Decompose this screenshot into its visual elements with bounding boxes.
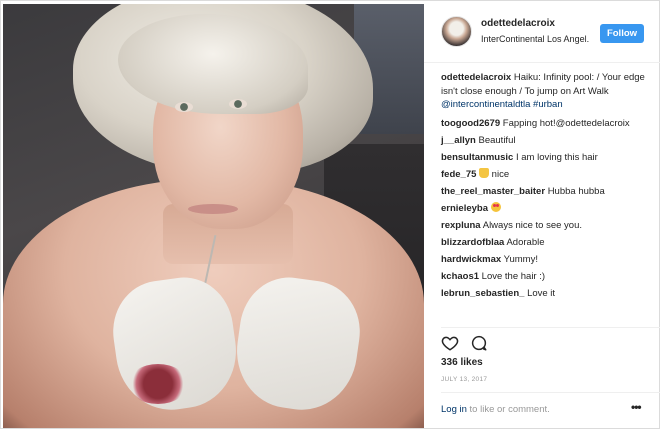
actions-divider	[441, 327, 660, 328]
comment-item: j__allyn Beautiful	[441, 134, 651, 147]
comment-username[interactable]: hardwickmax	[441, 254, 501, 265]
comment-username[interactable]: toogood2679	[441, 118, 500, 129]
login-link[interactable]: Log in	[441, 404, 467, 415]
post-header: odettedelacroix InterContinental Los Ang…	[424, 1, 660, 63]
comment-item: rexpluna Always nice to see you.	[441, 219, 651, 232]
comment-username[interactable]: blizzardofblaa	[441, 237, 504, 248]
comment-text: Hubba hubba	[547, 185, 605, 197]
photo-rose-print	[128, 364, 188, 404]
more-options-icon[interactable]: •••	[631, 401, 645, 413]
comment-text: I am loving this hair	[515, 151, 598, 163]
photo-eye-right	[229, 99, 247, 109]
comment-item: fede_75 nice	[441, 167, 651, 181]
comment-text: Always nice to see you.	[482, 219, 583, 231]
avatar[interactable]	[441, 16, 472, 47]
comment-item: toogood2679 Fapping hot!@odettedelacroix	[441, 117, 651, 130]
heart-eyes-icon	[490, 201, 501, 212]
login-prompt: Log in to like or comment.	[441, 404, 550, 415]
post-date[interactable]: JULY 13, 2017	[441, 376, 487, 383]
comment-text: nice	[491, 168, 510, 180]
comment-username[interactable]: kchaos1	[441, 271, 479, 282]
header-location[interactable]: InterContinental Los Angel...	[481, 34, 589, 44]
post-sidebar: odettedelacroix InterContinental Los Ang…	[424, 1, 660, 430]
comment-item: the_reel_master_baiter Hubba hubba	[441, 185, 651, 198]
comment-item: bensultanmusic I am loving this hair	[441, 151, 651, 164]
comment-text: Beautiful	[478, 134, 516, 146]
caption-mention[interactable]: @intercontinentaldtla	[441, 99, 530, 110]
heart-outline-icon[interactable]	[441, 334, 459, 352]
comment-item: lebrun_sebastien_ Love it	[441, 287, 651, 300]
footer-divider	[441, 392, 660, 393]
comment-text: Yummy!	[503, 253, 538, 265]
comment-text: Adorable	[506, 236, 545, 248]
comment-username[interactable]: lebrun_sebastien_	[441, 288, 524, 299]
header-username[interactable]: odettedelacroix	[481, 18, 555, 29]
photo-mouth	[188, 204, 238, 214]
comment-list: odettedelacroix Haiku: Infinity pool: / …	[441, 71, 651, 304]
comment-text: Fapping hot!@odettedelacroix	[502, 117, 630, 129]
comment-username[interactable]: j__allyn	[441, 135, 476, 146]
caption-hashtag[interactable]: #urban	[533, 99, 563, 110]
comment-username[interactable]: ernieleyba	[441, 203, 488, 214]
login-suffix: to like or comment.	[466, 404, 550, 415]
comment-item: ernieleyba	[441, 201, 651, 215]
instagram-post: odettedelacroix InterContinental Los Ang…	[0, 0, 660, 429]
likes-count[interactable]: 336 likes	[441, 357, 483, 368]
photo-eye-left	[175, 102, 193, 112]
comment-username[interactable]: fede_75	[441, 169, 476, 180]
comment-username[interactable]: the_reel_master_baiter	[441, 186, 545, 197]
post-caption: odettedelacroix Haiku: Infinity pool: / …	[441, 71, 651, 112]
comment-text: Love the hair :)	[481, 270, 546, 282]
comment-username[interactable]: rexpluna	[441, 220, 481, 231]
follow-button[interactable]: Follow	[600, 24, 644, 43]
thumbs-up-icon	[479, 167, 490, 178]
comment-item: blizzardofblaa Adorable	[441, 236, 651, 249]
comment-bubble-icon[interactable]	[470, 334, 488, 352]
caption-username[interactable]: odettedelacroix	[441, 72, 511, 83]
comment-item: hardwickmax Yummy!	[441, 253, 651, 266]
comment-username[interactable]: bensultanmusic	[441, 152, 513, 163]
comment-text: Love it	[527, 287, 556, 299]
comment-item: kchaos1 Love the hair :)	[441, 270, 651, 283]
post-photo[interactable]	[3, 4, 424, 428]
